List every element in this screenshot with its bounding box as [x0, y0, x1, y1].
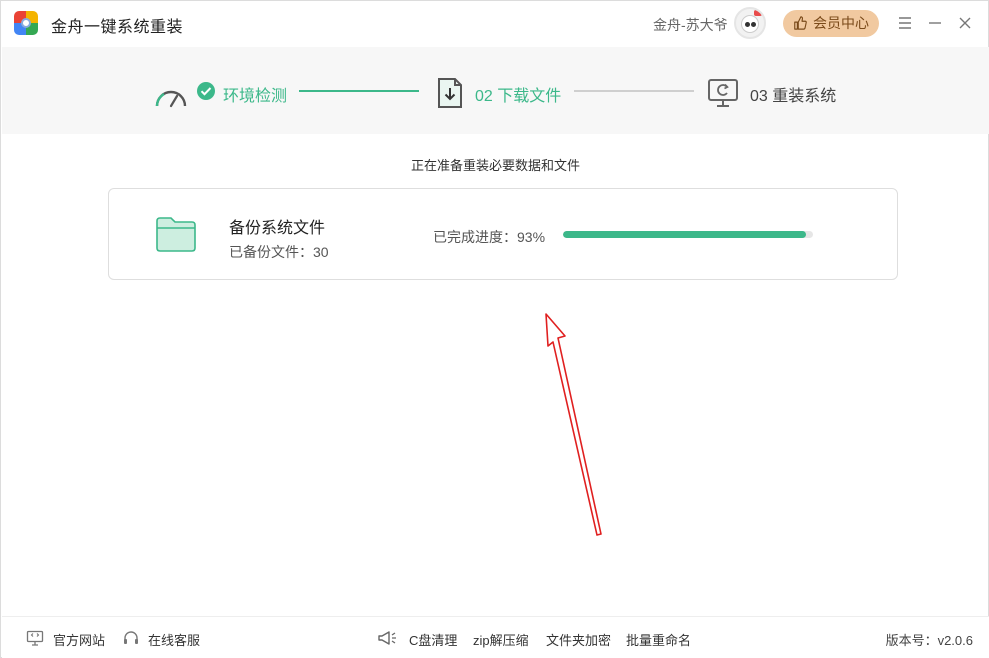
bow-icon	[754, 10, 762, 16]
step-env-check: 环境检测	[223, 88, 288, 105]
vip-center-button[interactable]: 会员中心	[783, 10, 879, 37]
app-logo-icon	[14, 11, 38, 35]
thumbs-up-icon	[794, 16, 807, 30]
app-title: 金舟一键系统重装	[51, 19, 184, 36]
progress-label: 已完成进度：93%	[433, 229, 546, 245]
step-connector-1	[299, 90, 419, 92]
user-name[interactable]: 金舟-苏大爷	[653, 15, 728, 35]
title-bar: 金舟一键系统重装 金舟-苏大爷 会员中心	[1, 1, 988, 47]
minimize-icon[interactable]	[925, 13, 945, 33]
batch-rename-link[interactable]: 批量重命名	[626, 630, 691, 649]
progress-bar	[563, 231, 813, 238]
version-label: 版本号：v2.0.6	[885, 633, 973, 648]
check-icon	[197, 82, 215, 100]
vip-center-label: 会员中心	[813, 15, 869, 31]
app-window: 金舟一键系统重装 金舟-苏大爷 会员中心 环境检测 02 下载文件 03 重装系…	[0, 0, 989, 658]
monitor-link-icon	[26, 630, 44, 646]
gauge-icon	[155, 90, 187, 108]
megaphone-icon	[378, 631, 396, 645]
c-drive-clean-link[interactable]: C盘清理	[409, 630, 457, 649]
download-file-icon	[438, 78, 462, 108]
folder-encrypt-link[interactable]: 文件夹加密	[546, 630, 611, 649]
steps-bar: 环境检测 02 下载文件 03 重装系统	[2, 47, 989, 134]
step-reinstall: 03 重装系统	[750, 88, 837, 105]
menu-icon[interactable]	[895, 13, 915, 33]
folder-icon	[156, 217, 196, 252]
backup-file-count: 已备份文件：30	[229, 244, 329, 260]
backup-card: 备份系统文件 已备份文件：30 已完成进度：93%	[108, 188, 898, 280]
step-connector-2	[574, 90, 694, 92]
annotation-arrow	[545, 313, 602, 536]
monitor-refresh-icon	[708, 79, 738, 107]
online-service-link[interactable]: 在线客服	[148, 630, 200, 649]
progress-fill	[563, 231, 806, 238]
avatar[interactable]	[734, 7, 766, 39]
headset-icon	[124, 631, 138, 644]
step-download: 02 下载文件	[475, 88, 562, 105]
backup-title: 备份系统文件	[229, 220, 326, 237]
panda-face-icon	[741, 15, 759, 33]
footer: 官方网站 在线客服 C盘清理 zip解压缩 文件夹加密 批量重命名 版本号：v2…	[2, 616, 989, 658]
official-site-link[interactable]: 官方网站	[53, 630, 105, 649]
status-subtitle: 正在准备重装必要数据和文件	[410, 158, 580, 173]
zip-tool-link[interactable]: zip解压缩	[473, 630, 529, 649]
close-icon[interactable]	[955, 13, 975, 33]
